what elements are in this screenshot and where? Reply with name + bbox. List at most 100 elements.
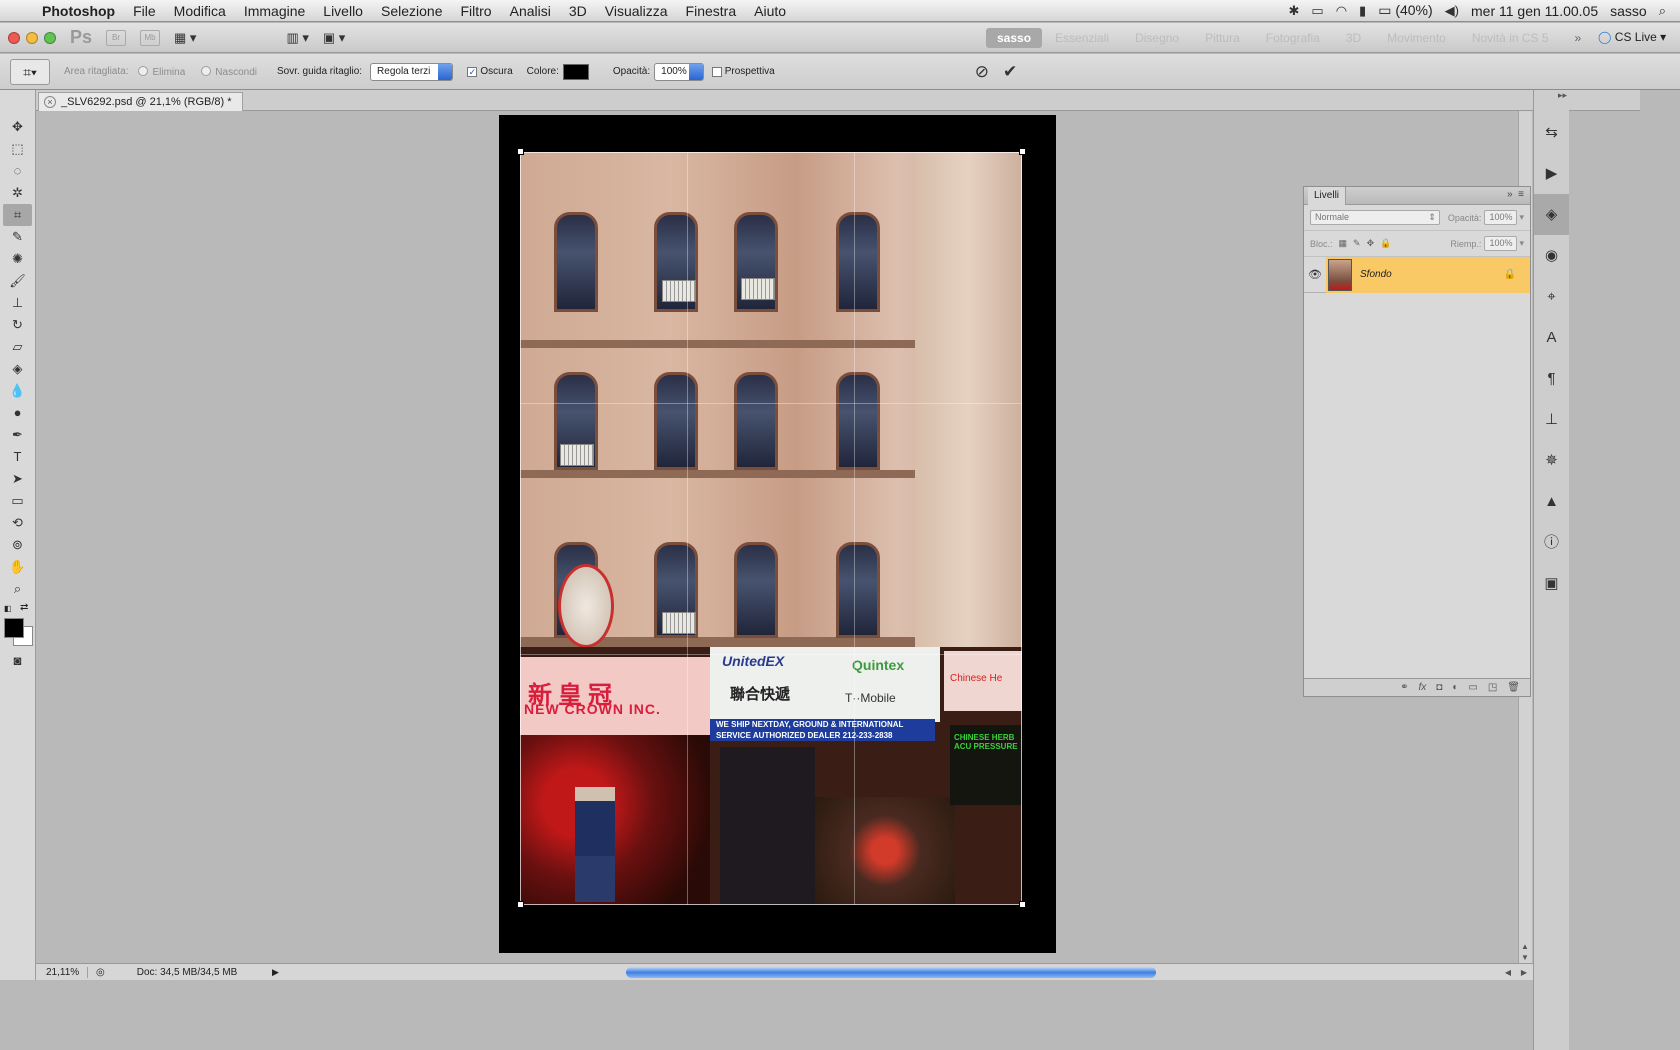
workspace-3d[interactable]: 3D	[1333, 31, 1374, 45]
fill-field[interactable]: 100%	[1484, 236, 1518, 251]
view-extras-dropdown[interactable]: ▦ ▾	[174, 30, 196, 46]
new-layer-icon[interactable]: ◳	[1488, 682, 1497, 693]
workspace-movimento[interactable]: Movimento	[1374, 31, 1459, 45]
wifi-icon[interactable]: ◠	[1336, 3, 1347, 19]
lock-all-icon[interactable]: 🔒	[1380, 238, 1391, 249]
prospettiva-checkbox[interactable]: ✓Prospettiva	[711, 66, 775, 77]
user-name[interactable]: sasso	[1610, 3, 1647, 19]
menu-visualizza[interactable]: Visualizza	[596, 3, 677, 19]
crop-handle-bottom-right[interactable]	[1019, 901, 1026, 908]
scroll-right-icon[interactable]: ▶	[1521, 968, 1527, 977]
arrange-documents-dropdown[interactable]: ▥ ▾	[286, 30, 308, 46]
crop-bounding-box[interactable]	[520, 152, 1022, 905]
minimize-window-button[interactable]	[26, 31, 38, 44]
swap-colors-icon[interactable]: ⇄	[20, 602, 28, 613]
lock-position-icon[interactable]: ✥	[1367, 238, 1375, 249]
scroll-down-icon[interactable]: ▼	[1521, 953, 1529, 962]
menu-aiuto[interactable]: Aiuto	[745, 3, 795, 19]
close-window-button[interactable]	[8, 31, 20, 44]
close-document-icon[interactable]: ×	[44, 96, 56, 108]
healing-brush-tool-icon[interactable]: ✺	[0, 248, 35, 270]
scroll-left-icon[interactable]: ◀	[1505, 968, 1511, 977]
workspace-pittura[interactable]: Pittura	[1192, 31, 1253, 45]
bridge-button[interactable]: Br	[106, 29, 127, 46]
commit-crop-icon[interactable]: ✔	[1003, 62, 1017, 82]
type-tool-icon[interactable]: T	[0, 446, 35, 468]
dodge-tool-icon[interactable]: ●	[0, 402, 35, 424]
mini-bridge-panel-icon[interactable]: ▣	[1534, 563, 1569, 604]
add-mask-icon[interactable]: ◘	[1436, 682, 1442, 693]
menu-3d[interactable]: 3D	[560, 3, 596, 19]
foreground-color-swatch[interactable]	[4, 618, 24, 638]
3d-orbit-tool-icon[interactable]: ⊚	[0, 534, 35, 556]
menu-immagine[interactable]: Immagine	[235, 3, 314, 19]
cancel-crop-icon[interactable]: ⊘	[975, 62, 989, 82]
status-menu-arrow-icon[interactable]: ▶	[272, 967, 279, 978]
battery-status[interactable]: ▭ (40%)	[1378, 2, 1432, 19]
zoom-tool-icon[interactable]: ⌕	[0, 578, 35, 600]
paths-panel-icon[interactable]: ⌖	[1534, 276, 1569, 317]
crop-tool-icon[interactable]: ⌗	[3, 204, 32, 226]
menu-livello[interactable]: Livello	[314, 3, 372, 19]
doc-size-info[interactable]: Doc: 34,5 MB/34,5 MB	[137, 967, 238, 978]
channels-panel-icon[interactable]: ◉	[1534, 235, 1569, 276]
oscura-checkbox[interactable]: ✓ Oscura	[467, 66, 513, 77]
move-tool-icon[interactable]: ✥	[0, 116, 35, 138]
menu-modifica[interactable]: Modifica	[165, 3, 235, 19]
clone-stamp-tool-icon[interactable]: ⊥	[0, 292, 35, 314]
eyedropper-tool-icon[interactable]: ✎	[0, 226, 35, 248]
paint-bucket-tool-icon[interactable]: ◈	[0, 358, 35, 380]
spotlight-search-icon[interactable]: ⌕	[1659, 3, 1666, 19]
crop-handle-top-left[interactable]	[517, 148, 524, 155]
character-panel-icon[interactable]: A	[1534, 317, 1569, 358]
new-group-icon[interactable]: ▭	[1468, 682, 1477, 693]
quick-selection-tool-icon[interactable]: ✲	[0, 182, 35, 204]
quick-mask-icon[interactable]: ◙	[0, 650, 35, 672]
info-panel-icon[interactable]: ⓘ	[1534, 522, 1569, 563]
volume-icon[interactable]: ◀)	[1445, 3, 1459, 19]
eye-visibility-icon[interactable]: 👁	[1304, 268, 1326, 281]
blend-mode-select[interactable]: Normale ⇕	[1310, 210, 1440, 225]
rectangle-tool-icon[interactable]: ▭	[0, 490, 35, 512]
scroll-up-icon[interactable]: ▲	[1521, 942, 1529, 951]
clone-source-panel-icon[interactable]: ⊥	[1534, 399, 1569, 440]
paragraph-panel-icon[interactable]: ¶	[1534, 358, 1569, 399]
zoom-level-field[interactable]: 21,11%	[36, 966, 88, 978]
screen-mode-dropdown[interactable]: ▣ ▾	[323, 30, 345, 46]
layer-style-fx-icon[interactable]: fx	[1419, 682, 1427, 693]
workspace-sasso[interactable]: sasso	[986, 28, 1043, 48]
opacita-field[interactable]: 100%	[654, 62, 704, 81]
histogram-panel-icon[interactable]: ▲	[1534, 481, 1569, 522]
crop-handle-bottom-left[interactable]	[517, 901, 524, 908]
layer-row-sfondo[interactable]: 👁 Sfondo 🔒	[1304, 256, 1530, 293]
panel-menu-icon[interactable]: » ≡	[1507, 189, 1524, 200]
hand-tool-icon[interactable]: ✋	[0, 556, 35, 578]
document-tab[interactable]: × _SLV6292.psd @ 21,1% (RGB/8) *	[38, 92, 243, 111]
zoom-window-button[interactable]	[44, 31, 56, 44]
actions-panel-icon[interactable]: ▶	[1534, 153, 1569, 194]
menu-app-name[interactable]: Photoshop	[40, 3, 124, 19]
path-selection-tool-icon[interactable]: ➤	[0, 468, 35, 490]
link-layers-icon[interactable]: ⚭	[1400, 682, 1408, 693]
chevron-down-icon[interactable]: ▾	[1519, 212, 1524, 223]
mini-bridge-button[interactable]: Mb	[140, 29, 161, 46]
3d-rotate-tool-icon[interactable]: ⟲	[0, 512, 35, 534]
trash-icon[interactable]: 🗑	[1507, 682, 1520, 693]
elimina-radio[interactable]: Elimina	[138, 65, 185, 78]
flag-icon[interactable]: ▮	[1359, 3, 1366, 19]
history-brush-tool-icon[interactable]: ↻	[0, 314, 35, 336]
navigator-panel-icon[interactable]: ✵	[1534, 440, 1569, 481]
workspace-disegno[interactable]: Disegno	[1122, 31, 1192, 45]
lasso-tool-icon[interactable]: ◌	[0, 160, 35, 182]
menu-finestra[interactable]: Finestra	[677, 3, 746, 19]
chevron-down-icon[interactable]: ▾	[1519, 238, 1524, 249]
workspace-essenziali[interactable]: Essenziali	[1042, 31, 1122, 45]
lock-pixels-icon[interactable]: ✎	[1353, 238, 1361, 249]
photo-crop-area[interactable]: 新皇冠 NEW CROWN INC. UnitedEX Quintex 聯合快遞…	[520, 152, 1022, 905]
workspace-fotografia[interactable]: Fotografia	[1253, 31, 1333, 45]
version-cue-icon[interactable]: ◎	[96, 967, 105, 978]
pen-tool-icon[interactable]: ✒	[0, 424, 35, 446]
layer-name[interactable]: Sfondo	[1360, 269, 1392, 280]
collapse-dock-icon[interactable]: ▸▸	[1534, 90, 1569, 112]
default-colors-icon[interactable]: ◧	[4, 604, 12, 613]
